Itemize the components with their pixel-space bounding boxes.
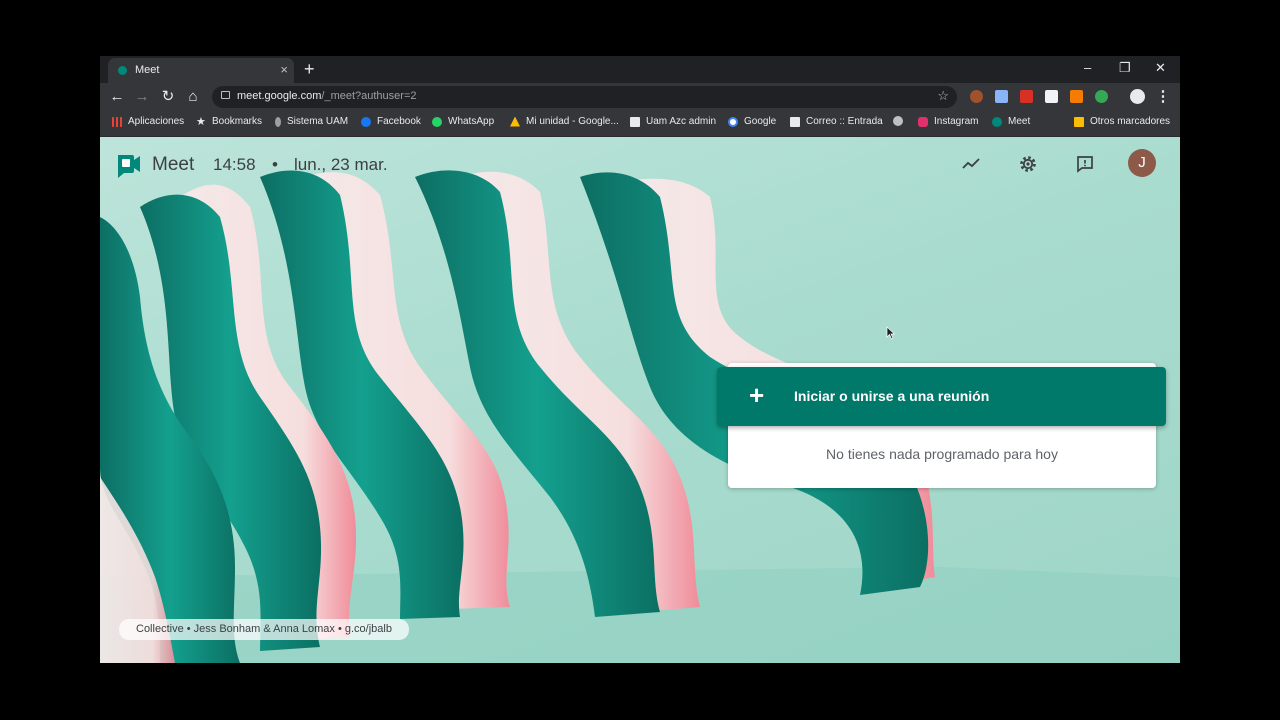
plus-icon: + [749, 380, 765, 410]
quality-trend-icon[interactable] [960, 153, 982, 175]
minimize-button[interactable]: – [1084, 60, 1091, 76]
globe-icon [893, 116, 903, 126]
extension-check-icon[interactable] [1095, 90, 1108, 103]
current-date: lun., 23 mar. [294, 155, 388, 174]
tab-title: Meet [135, 64, 160, 76]
bookmark-whatsapp[interactable]: WhatsApp [432, 116, 494, 127]
url-text: meet.google.com/_meet?authuser=2 [237, 90, 417, 102]
star-icon: ★ [196, 115, 206, 128]
back-button[interactable]: ← [107, 87, 127, 107]
uam-icon [275, 116, 281, 127]
folder-icon [1074, 116, 1084, 127]
apps-grid-icon [112, 116, 122, 127]
mail-icon [790, 116, 800, 127]
whatsapp-icon [432, 116, 442, 127]
browser-window: Meet × + – ❐ ✕ ← → ↻ ⌂ meet.google.com/_… [100, 56, 1180, 663]
address-bar[interactable]: meet.google.com/_meet?authuser=2 ☆ [212, 86, 957, 108]
lock-icon [221, 91, 230, 99]
bookmark-bookmarks[interactable]: ★ Bookmarks [196, 116, 262, 127]
bookmark-apps[interactable]: Aplicaciones [112, 116, 184, 127]
bookmark-correo[interactable]: Correo :: Entrada [790, 116, 883, 127]
app-title: Meet [152, 154, 195, 175]
meet-logo-icon [118, 155, 140, 178]
close-window-button[interactable]: ✕ [1155, 60, 1166, 76]
bookmark-instagram[interactable]: Instagram [918, 116, 978, 127]
bookmark-sistema-uam[interactable]: Sistema UAM [275, 116, 348, 127]
forward-button[interactable]: → [132, 87, 152, 107]
google-icon [728, 116, 738, 127]
bookmark-globe[interactable] [893, 116, 909, 126]
bookmark-google[interactable]: Google [728, 116, 776, 127]
extension-calendar-icon[interactable] [1045, 90, 1058, 103]
bookmark-drive[interactable]: Mi unidad - Google... [510, 116, 619, 127]
background-credit[interactable]: Collective • Jess Bonham & Anna Lomax • … [119, 619, 409, 640]
restore-button[interactable]: ❐ [1119, 60, 1131, 76]
bookmarks-bar: Aplicaciones ★ Bookmarks Sistema UAM Face… [100, 111, 1180, 137]
profile-icon[interactable] [1130, 89, 1145, 104]
instagram-icon [918, 116, 928, 127]
extension-orange-icon[interactable] [1070, 90, 1083, 103]
settings-gear-icon[interactable] [1017, 153, 1039, 175]
meet-icon [992, 116, 1002, 127]
feedback-icon[interactable] [1074, 153, 1096, 175]
new-tab-button[interactable]: + [304, 59, 315, 79]
browser-toolbar: ← → ↻ ⌂ meet.google.com/_meet?authuser=2… [100, 83, 1180, 111]
tab-close-icon[interactable]: × [280, 62, 288, 78]
bookmark-other[interactable]: Otros marcadores [1074, 116, 1170, 127]
start-or-join-meeting-button[interactable]: + Iniciar o unirse a una reunión [717, 367, 1166, 426]
tab-meet[interactable]: Meet × [108, 58, 294, 83]
drive-icon [510, 116, 520, 127]
empty-schedule-message: No tienes nada programado para hoy [826, 446, 1058, 462]
bookmark-star-icon[interactable]: ☆ [937, 88, 949, 104]
current-time: 14:58 [213, 155, 256, 174]
header-separator: • [272, 155, 278, 174]
tab-strip: Meet × + – ❐ ✕ [100, 56, 1180, 83]
account-avatar[interactable]: J [1128, 149, 1156, 177]
facebook-icon [361, 116, 371, 127]
mouse-cursor-icon [886, 326, 896, 340]
bookmark-facebook[interactable]: Facebook [361, 116, 421, 127]
home-button[interactable]: ⌂ [183, 87, 203, 107]
start-or-join-meeting-label: Iniciar o unirse a una reunión [794, 388, 990, 404]
bookmark-meet[interactable]: Meet [992, 116, 1030, 127]
chrome-menu-icon[interactable]: ⋮ [1153, 87, 1173, 107]
admin-icon [630, 116, 640, 127]
extension-pen-icon[interactable] [995, 90, 1008, 103]
extension-pdf-icon[interactable] [1020, 90, 1033, 103]
reload-button[interactable]: ↻ [158, 87, 178, 107]
bookmark-uam-azc-admin[interactable]: Uam Azc admin [630, 116, 716, 127]
extension-icon[interactable] [970, 90, 983, 103]
meet-favicon-icon [118, 66, 127, 75]
meet-page: Meet 14:58 • lun., 23 mar. J + Iniciar o… [100, 137, 1180, 663]
